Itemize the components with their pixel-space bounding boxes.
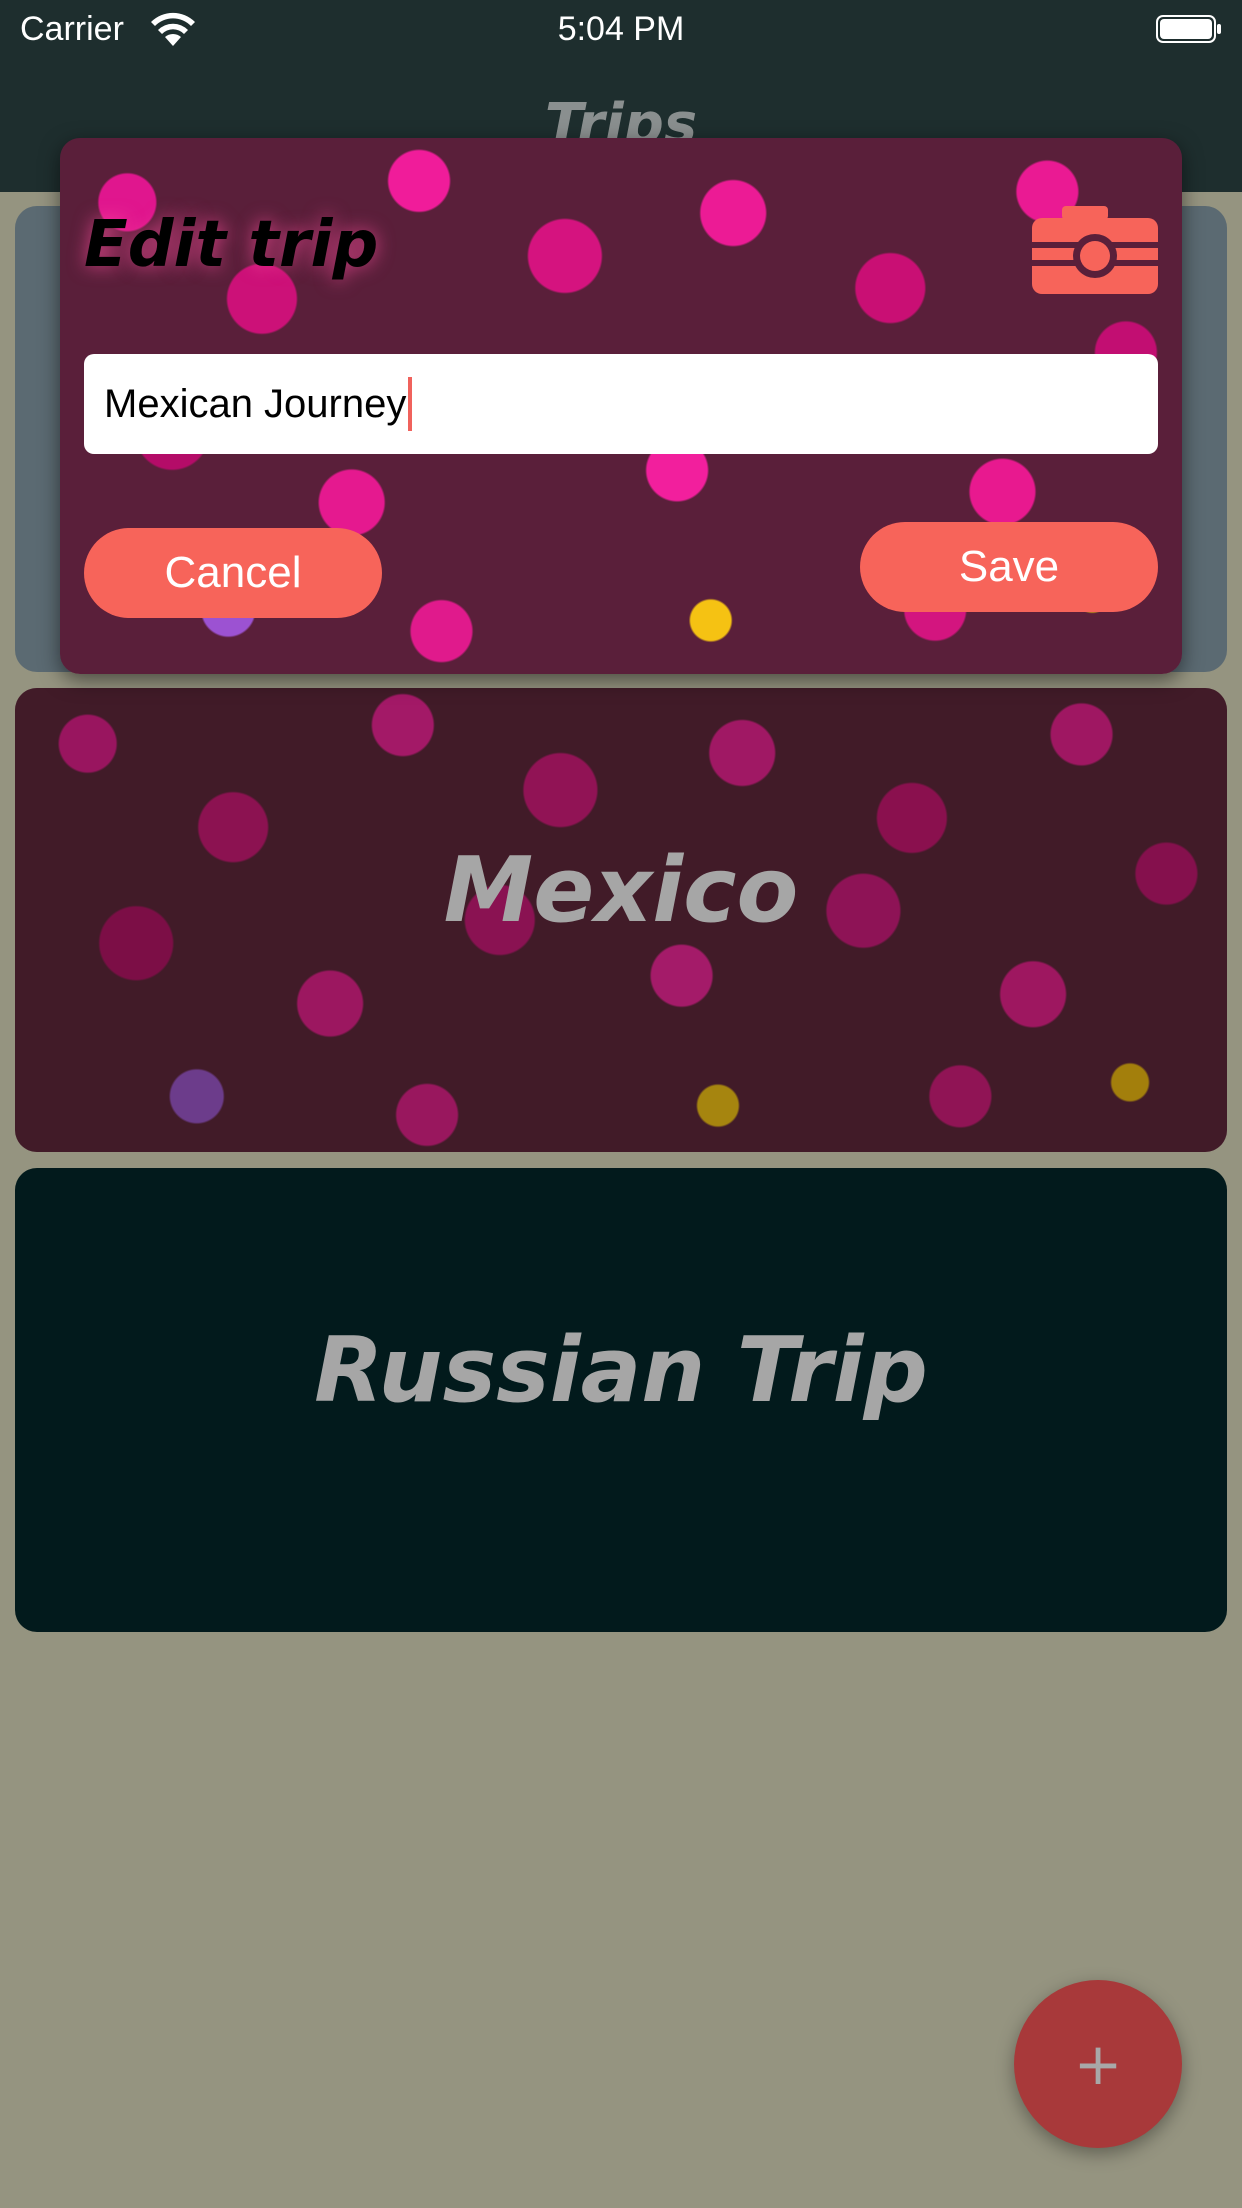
plus-icon: + xyxy=(1073,2030,1123,2098)
trip-card-label: Russian Trip xyxy=(314,1318,928,1423)
cancel-button[interactable]: Cancel xyxy=(84,528,382,618)
dialog-title: Edit trip xyxy=(84,208,379,282)
trip-card-mexico[interactable]: Mexico xyxy=(15,688,1227,1152)
save-button[interactable]: Save xyxy=(860,522,1158,612)
trip-name-input[interactable]: Mexican Journey xyxy=(84,354,1158,454)
battery-icon xyxy=(1156,15,1221,43)
text-cursor xyxy=(408,377,413,431)
trip-card-label: Mexico xyxy=(443,838,799,943)
trip-card-russian-trip[interactable]: Russian Trip xyxy=(15,1168,1227,1632)
edit-trip-dialog: Edit trip Mexican Journey Cancel Save xyxy=(60,138,1182,674)
clock: 5:04 PM xyxy=(557,10,685,48)
add-trip-button[interactable]: + xyxy=(1014,1980,1182,2148)
camera-icon[interactable] xyxy=(1032,206,1158,294)
trip-name-value: Mexican Journey xyxy=(104,381,407,426)
status-bar: Carrier 5:04 PM xyxy=(0,0,1242,62)
